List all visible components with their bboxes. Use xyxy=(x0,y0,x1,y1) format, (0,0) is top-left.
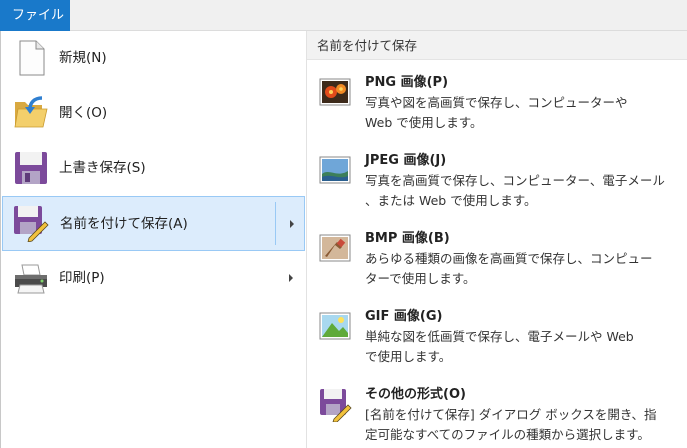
new-document-icon xyxy=(12,39,50,77)
gif-image-icon xyxy=(317,308,353,344)
chevron-right-icon[interactable] xyxy=(286,217,298,231)
menu-bar: ファイル xyxy=(0,0,687,31)
png-image-icon xyxy=(317,74,353,110)
submenu-item-other-formats[interactable]: その他の形式(O) [名前を付けて保存] ダイアログ ボックスを開き、指 定可能… xyxy=(307,380,687,448)
submenu-item-png[interactable]: PNG 画像(P) 写真や図を高画質で保存し、コンピューターや Web で使用し… xyxy=(307,68,687,144)
menu-item-label: 開く(O) xyxy=(59,105,108,121)
submenu-item-title: BMP 画像(B) xyxy=(365,231,450,246)
save-as-icon xyxy=(12,204,50,243)
submenu-item-title: PNG 画像(P) xyxy=(365,75,449,90)
submenu-item-description: [名前を付けて保存] ダイアログ ボックスを開き、指 定可能なすべてのファイルの… xyxy=(365,407,657,442)
submenu-item-title: GIF 画像(G) xyxy=(365,309,443,324)
printer-icon xyxy=(12,259,50,297)
menu-item-label: 新規(N) xyxy=(59,50,107,66)
menu-item-save-as[interactable]: 名前を付けて保存(A) xyxy=(2,196,305,251)
save-as-submenu: 名前を付けて保存 PNG 画像(P) 写真や図を高画質で保存し、コンピューターや… xyxy=(307,31,687,448)
submenu-item-description: 写真や図を高画質で保存し、コンピューターや Web で使用します。 xyxy=(365,95,628,130)
menu-item-label: 名前を付けて保存(A) xyxy=(60,216,188,232)
jpeg-image-icon xyxy=(317,152,353,188)
submenu-item-title: JPEG 画像(J) xyxy=(365,153,447,168)
menu-item-print[interactable]: 印刷(P) xyxy=(2,251,305,306)
file-menu-panel: 新規(N) 開く(O) 上書き保存(S) 名前を付けて保存(A) 印刷(P) 名… xyxy=(0,31,687,448)
bmp-image-icon xyxy=(317,230,353,266)
menu-item-label: 上書き保存(S) xyxy=(59,160,146,176)
submenu-item-gif[interactable]: GIF 画像(G) 単純な図を低画質で保存し、電子メールや Web で使用します… xyxy=(307,302,687,378)
submenu-item-jpeg[interactable]: JPEG 画像(J) 写真を高画質で保存し、コンピューター、電子メール 、または… xyxy=(307,146,687,222)
submenu-item-description: あらゆる種類の画像を高画質で保存し、コンピュー ターで使用します。 xyxy=(365,251,653,286)
file-menu-commands: 新規(N) 開く(O) 上書き保存(S) 名前を付けて保存(A) 印刷(P) xyxy=(1,31,306,448)
file-menu-tab[interactable]: ファイル xyxy=(0,0,70,31)
submenu-item-bmp[interactable]: BMP 画像(B) あらゆる種類の画像を高画質で保存し、コンピュー ターで使用し… xyxy=(307,224,687,300)
chevron-right-icon[interactable] xyxy=(285,271,297,285)
submenu-item-description: 写真を高画質で保存し、コンピューター、電子メール 、または Web で使用します… xyxy=(365,173,665,208)
submenu-item-title: その他の形式(O) xyxy=(365,387,466,402)
submenu-header: 名前を付けて保存 xyxy=(307,31,687,60)
menu-item-label: 印刷(P) xyxy=(59,270,105,286)
floppy-disk-icon xyxy=(12,149,50,187)
submenu-item-description: 単純な図を低画質で保存し、電子メールや Web で使用します。 xyxy=(365,329,634,364)
menu-item-open[interactable]: 開く(O) xyxy=(2,86,305,141)
menu-item-new[interactable]: 新規(N) xyxy=(2,31,305,86)
menu-item-save[interactable]: 上書き保存(S) xyxy=(2,141,305,196)
submenu-separator xyxy=(275,202,276,245)
open-folder-icon xyxy=(12,94,50,132)
save-as-icon xyxy=(317,386,353,423)
